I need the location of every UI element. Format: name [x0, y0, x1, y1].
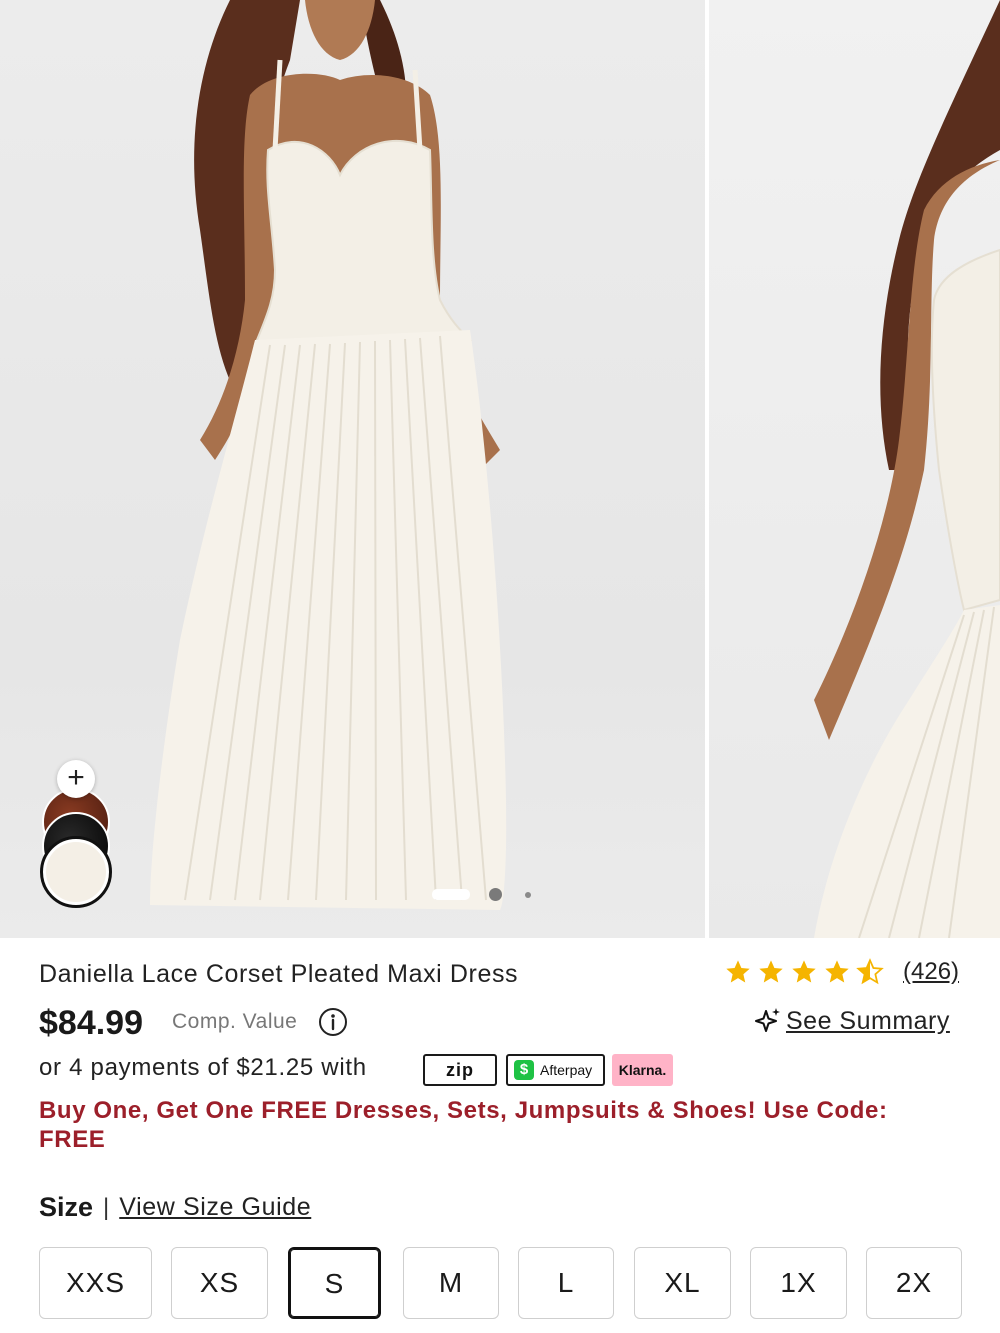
size-option-s[interactable]: S: [288, 1247, 381, 1319]
see-summary-link[interactable]: See Summary: [752, 1006, 950, 1036]
product-image-gallery[interactable]: +: [0, 0, 1000, 938]
size-option-2x[interactable]: 2X: [866, 1247, 962, 1319]
color-swatch-white[interactable]: [40, 836, 112, 908]
comp-value-label: Comp. Value: [172, 1010, 298, 1033]
size-option-xs[interactable]: XS: [171, 1247, 268, 1319]
star-icon: [825, 960, 849, 983]
dress-photo-alt: [814, 0, 1000, 938]
product-image-main[interactable]: +: [0, 0, 705, 938]
color-swatch-stack: +: [40, 760, 116, 910]
installment-text: or 4 payments of $21.25 with: [39, 1054, 367, 1081]
plus-icon[interactable]: +: [57, 760, 95, 798]
star-icon: [759, 960, 783, 983]
klarna-badge[interactable]: Klarna.: [612, 1054, 673, 1086]
carousel-dot-active[interactable]: [432, 889, 470, 900]
size-header: Size | View Size Guide: [39, 1192, 311, 1223]
size-option-l[interactable]: L: [518, 1247, 614, 1319]
star-icon: [792, 960, 816, 983]
star-icon: [726, 960, 750, 983]
zip-badge[interactable]: zip: [423, 1054, 497, 1086]
size-option-xl[interactable]: XL: [634, 1247, 731, 1319]
see-summary-label: See Summary: [786, 1006, 950, 1035]
zip-label: zip: [446, 1060, 474, 1080]
product-title: Daniella Lace Corset Pleated Maxi Dress: [39, 960, 519, 988]
info-icon[interactable]: [318, 1007, 348, 1037]
product-image-next[interactable]: [709, 0, 1000, 938]
carousel-dot[interactable]: [525, 892, 531, 898]
size-label: Size: [39, 1192, 94, 1222]
promo-message: Buy One, Get One FREE Dresses, Sets, Jum…: [39, 1097, 888, 1153]
review-count-link[interactable]: (426): [903, 958, 959, 986]
star-half-icon: [856, 958, 884, 985]
size-option-1x[interactable]: 1X: [750, 1247, 847, 1319]
size-option-m[interactable]: M: [403, 1247, 499, 1319]
carousel-dot[interactable]: [489, 888, 502, 901]
cash-app-icon: $: [514, 1060, 534, 1080]
sparkle-icon: [755, 1008, 780, 1032]
size-separator: |: [103, 1193, 110, 1221]
afterpay-label: Afterpay: [540, 1062, 593, 1078]
size-option-xxs[interactable]: XXS: [39, 1247, 152, 1319]
afterpay-badge[interactable]: $ Afterpay: [506, 1054, 605, 1086]
size-guide-link[interactable]: View Size Guide: [119, 1193, 311, 1222]
product-price: $84.99: [39, 1004, 143, 1042]
rating-stars: [724, 958, 889, 986]
product-rating[interactable]: (426): [724, 956, 959, 988]
